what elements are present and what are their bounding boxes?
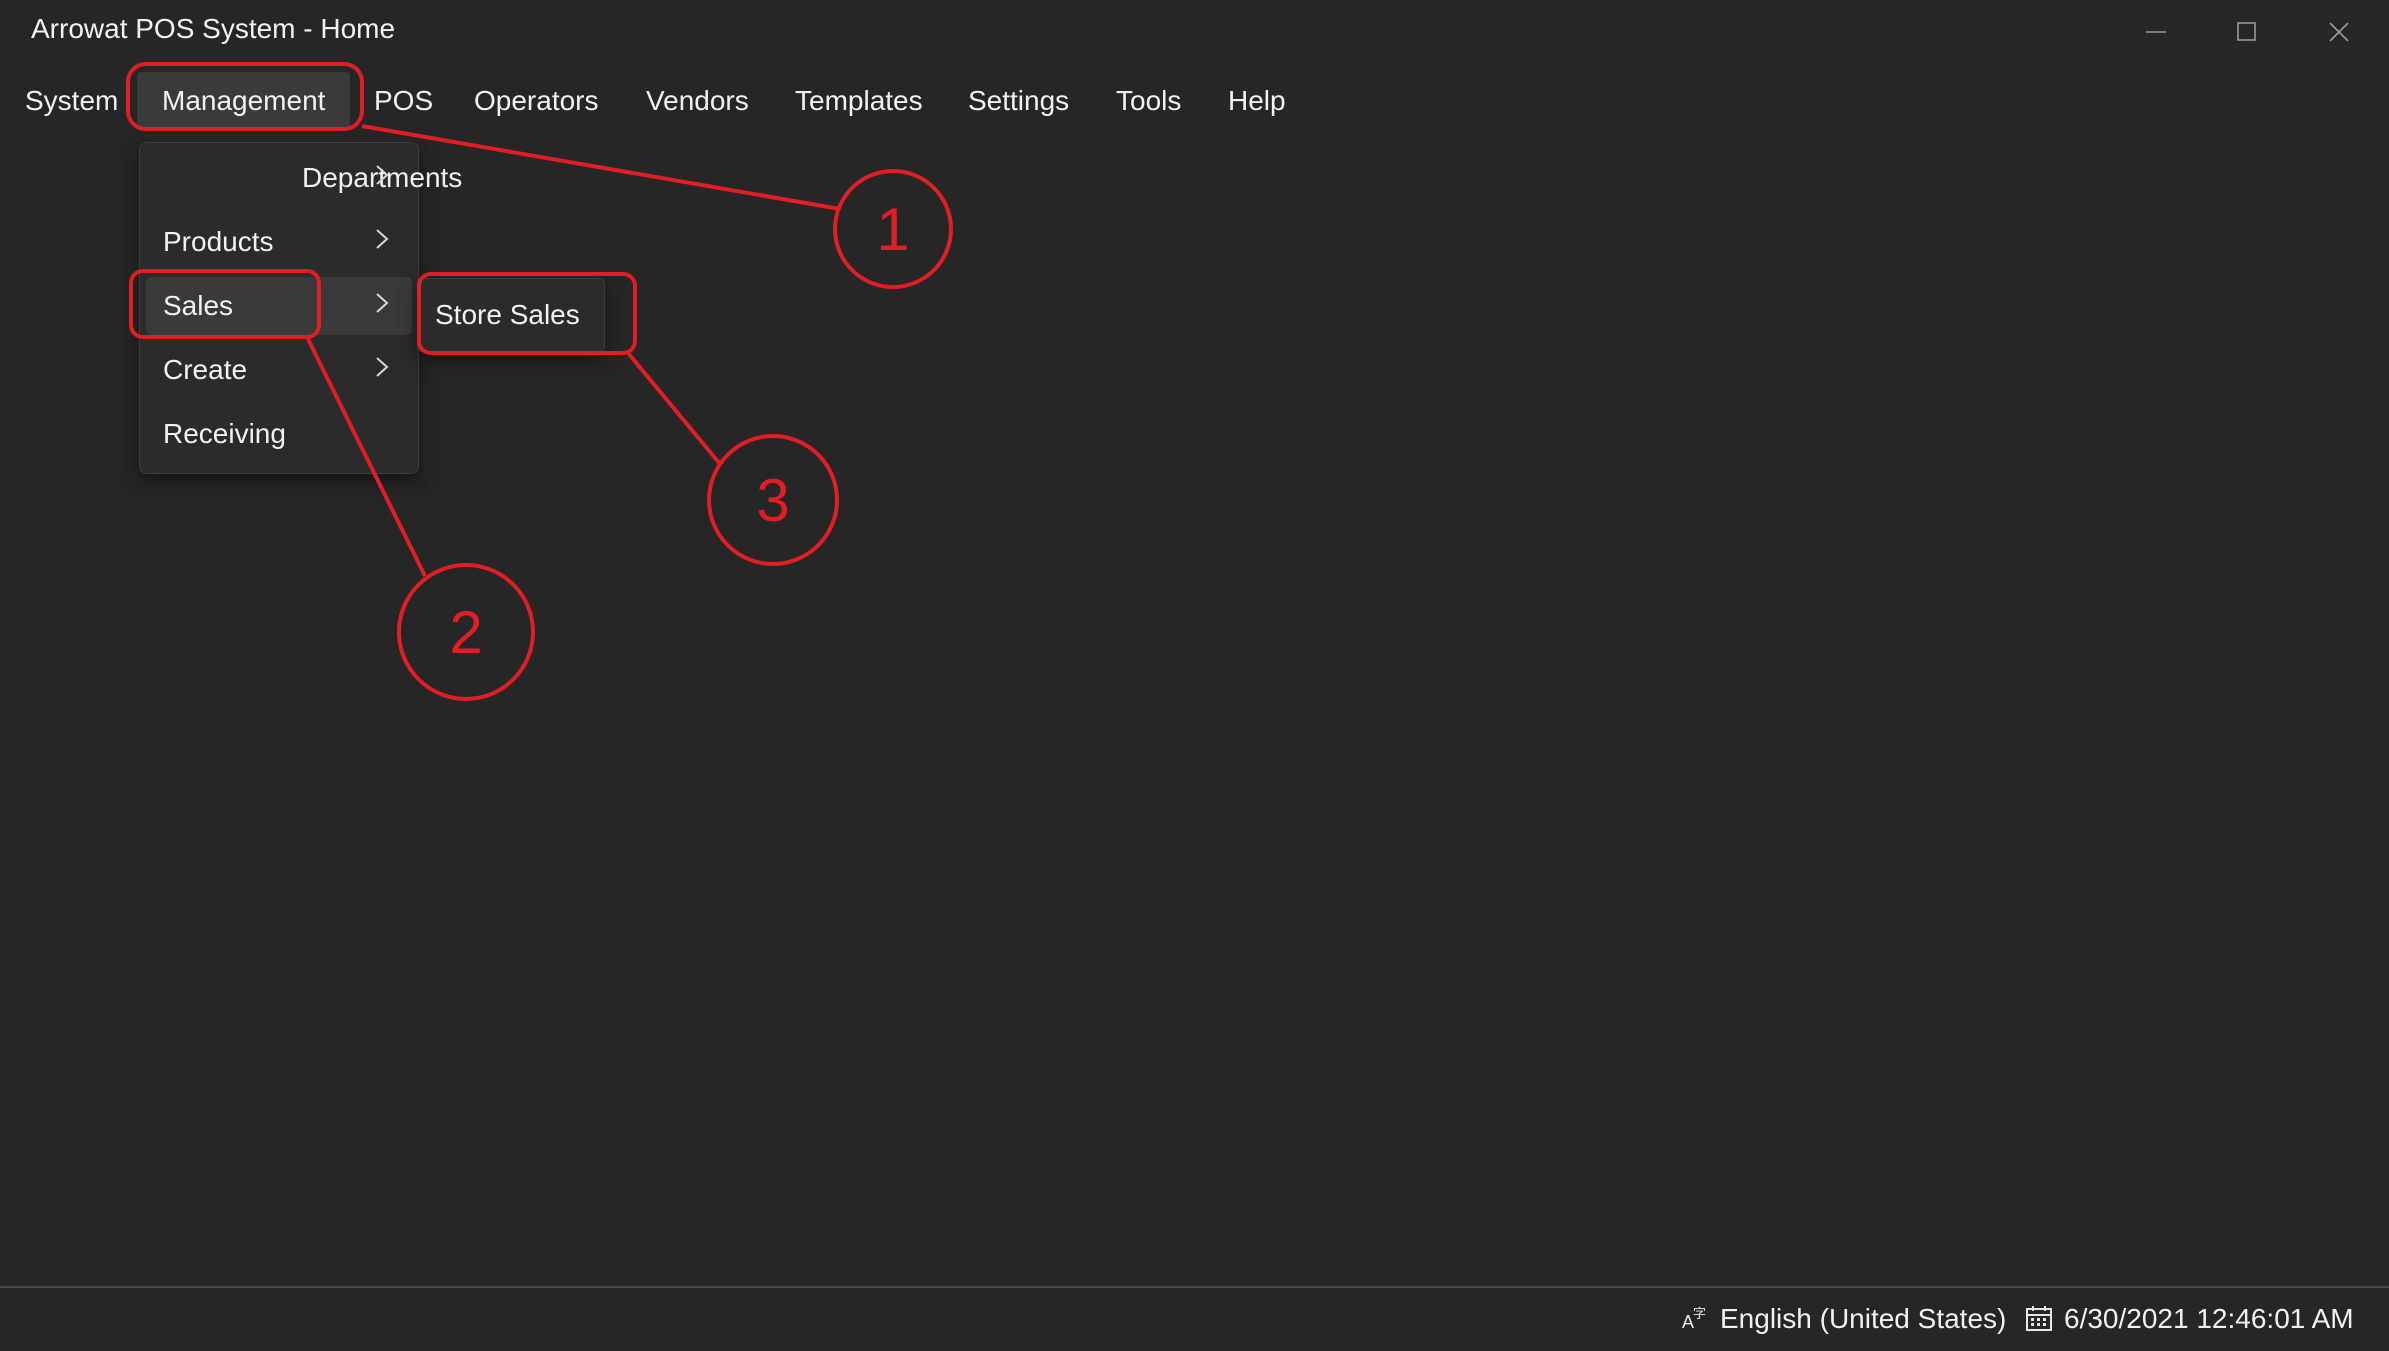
svg-text:字: 字	[1693, 1306, 1706, 1321]
chevron-right-icon	[376, 165, 389, 185]
title-bar: Arrowat POS System - Home	[0, 0, 2389, 62]
menu-help[interactable]: Help	[1228, 72, 1286, 130]
chevron-right-icon	[376, 357, 389, 377]
maximize-icon	[2237, 22, 2256, 41]
close-icon	[2329, 22, 2349, 42]
menu-operators[interactable]: Operators	[474, 72, 599, 130]
language-icon: A 字	[1682, 1306, 1706, 1332]
callout-number-1: 1	[876, 196, 909, 263]
menu-item-label: Create	[163, 354, 248, 385]
chevron-right-icon	[376, 293, 389, 313]
menu-item-label: Products	[163, 226, 274, 257]
menu-item-store-sales[interactable]: Store Sales	[435, 286, 580, 344]
menu-vendors[interactable]: Vendors	[646, 72, 749, 130]
minimize-icon	[2146, 31, 2166, 33]
menu-templates[interactable]: Templates	[795, 72, 923, 130]
calendar-icon	[2026, 1306, 2052, 1331]
menu-item-label: Sales	[163, 290, 234, 321]
status-bar: A 字 English (United States) 6/30/2021 12…	[0, 1286, 2389, 1351]
sales-submenu: Store Sales	[417, 278, 605, 352]
menu-pos[interactable]: POS	[374, 72, 433, 130]
chevron-right-icon	[376, 229, 389, 249]
datetime-status: 6/30/2021 12:46:01 AM	[2064, 1303, 2354, 1334]
menu-item-label: Receiving	[163, 418, 286, 449]
language-status: English (United States)	[1720, 1303, 2007, 1334]
menu-bar: System Management POS Operators Vendors …	[0, 72, 2389, 130]
menu-system[interactable]: System	[25, 72, 118, 130]
window-title: Arrowat POS System - Home	[31, 13, 396, 44]
menu-tools[interactable]: Tools	[1116, 72, 1181, 130]
callout-number-3: 3	[756, 467, 789, 534]
callout-line-3	[626, 351, 722, 466]
menu-management[interactable]: Management	[137, 72, 351, 130]
callout-circle-2	[397, 563, 535, 701]
callout-number-2: 2	[449, 599, 482, 666]
maximize-button[interactable]	[2212, 8, 2282, 56]
menu-item-receiving[interactable]: Receiving	[146, 405, 412, 463]
close-button[interactable]	[2304, 8, 2374, 56]
callout-circle-3	[707, 434, 839, 566]
menu-settings[interactable]: Settings	[968, 72, 1069, 130]
minimize-button[interactable]	[2121, 8, 2191, 56]
callout-circle-1	[833, 169, 953, 289]
app-window: Arrowat POS System - Home System Managem…	[0, 0, 2389, 1351]
